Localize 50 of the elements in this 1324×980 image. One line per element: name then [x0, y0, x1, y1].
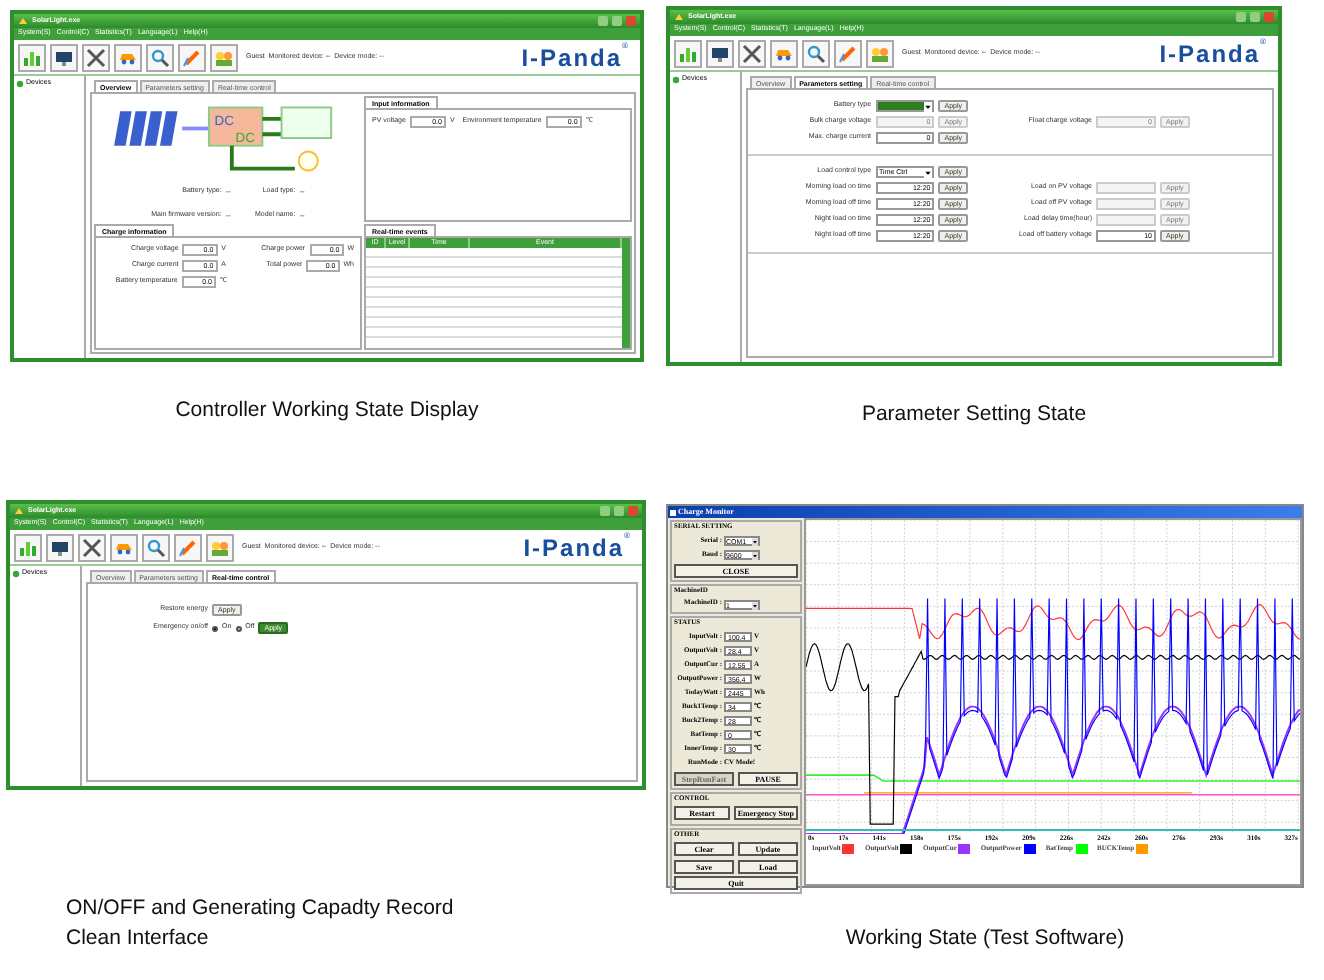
toolbar-button[interactable] — [802, 39, 830, 67]
caret-icon — [924, 102, 933, 112]
app-icon — [670, 509, 676, 515]
toolbar-button[interactable] — [110, 533, 138, 561]
caret-icon — [752, 551, 758, 560]
figure-caption: ON/OFF and Generating Capadty Record Clean Interface — [66, 894, 456, 954]
people-icon — [870, 43, 890, 63]
toolbar-button[interactable] — [770, 39, 798, 67]
toolbar-button[interactable] — [146, 43, 174, 71]
caret-icon — [752, 601, 758, 609]
people-icon — [210, 537, 230, 557]
logo-text: I-Panda — [523, 533, 625, 565]
logo-text: I-Panda — [1159, 39, 1261, 71]
caret-icon — [924, 168, 933, 178]
toolbar-button[interactable] — [706, 39, 734, 67]
tools-icon — [86, 47, 106, 67]
magnifier-icon — [146, 537, 166, 557]
caret-icon — [752, 537, 758, 546]
tree-node-icon — [16, 79, 24, 88]
figure-caption: Working State (Test Software) — [843, 924, 1127, 954]
monitor-icon — [50, 537, 70, 557]
figure-caption: Parameter Setting State — [859, 400, 1089, 430]
tools-icon — [742, 43, 762, 63]
toolbar-button[interactable] — [46, 533, 74, 561]
radio-button[interactable] — [212, 625, 218, 631]
magnifier-icon — [806, 43, 826, 63]
tree-node-icon — [672, 75, 680, 84]
bar-chart-icon — [22, 47, 42, 67]
bar-chart-icon — [678, 43, 698, 63]
bar-chart-icon — [18, 537, 38, 557]
monitor-icon — [54, 47, 74, 67]
radio-button[interactable] — [235, 625, 242, 631]
magnifier-icon — [150, 47, 170, 67]
monitor-icon — [710, 43, 730, 63]
scrollbar[interactable] — [622, 238, 630, 348]
toolbar-button[interactable] — [50, 43, 78, 71]
toolbar-button[interactable] — [114, 43, 142, 71]
figure-caption: Controller Working State Display — [173, 396, 481, 426]
dropdown[interactable] — [875, 100, 935, 112]
logo-text: I-Panda — [521, 43, 623, 75]
people-icon — [214, 47, 234, 67]
toolbar-button[interactable] — [142, 533, 170, 561]
pencil-icon — [178, 537, 198, 557]
toolbar-button[interactable] — [78, 533, 106, 561]
tree-node-icon — [12, 569, 20, 578]
toolbar-button[interactable] — [738, 39, 766, 67]
pencil-icon — [182, 47, 202, 67]
pencil-icon — [838, 43, 858, 63]
tools-icon — [82, 537, 102, 557]
toolbar-button[interactable] — [82, 43, 110, 71]
